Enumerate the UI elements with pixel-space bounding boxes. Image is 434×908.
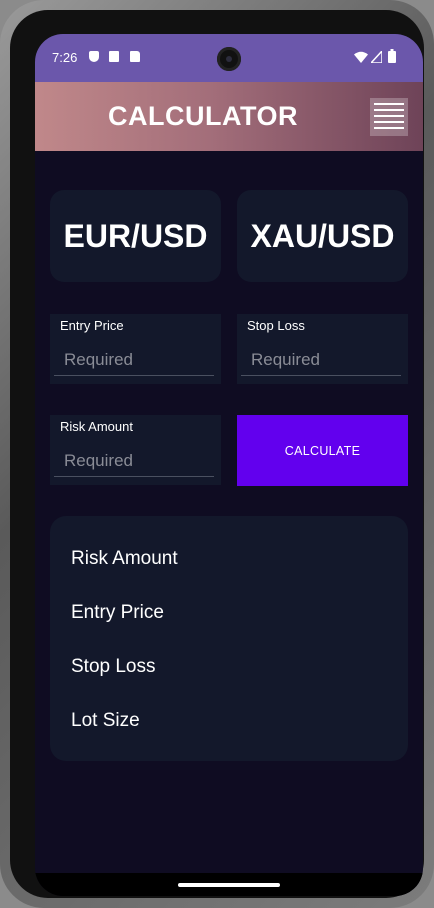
- risk-amount-label: Risk Amount: [60, 419, 133, 434]
- signal-icon: [371, 51, 382, 63]
- page-title: CALCULATOR: [108, 101, 298, 131]
- a-icon: [109, 51, 119, 62]
- stop-loss-label: Stop Loss: [247, 318, 305, 333]
- hamburger-menu-icon[interactable]: [370, 98, 408, 136]
- home-indicator[interactable]: [178, 883, 280, 887]
- risk-amount-field: Risk Amount: [50, 415, 221, 485]
- pair-card-xauusd[interactable]: XAU/USD: [237, 190, 408, 282]
- pair-label: XAU/USD: [250, 217, 395, 254]
- sd-card-icon: [130, 51, 140, 62]
- pair-card-eurusd[interactable]: EUR/USD: [50, 190, 221, 282]
- result-risk-amount: Risk Amount: [71, 548, 178, 569]
- stop-loss-input[interactable]: [241, 344, 401, 376]
- entry-price-label: Entry Price: [60, 318, 124, 333]
- result-entry-price: Entry Price: [71, 602, 164, 623]
- app-screen: 7:26 CALCULATOR EUR/USD XAU/USD Entry Pr…: [35, 34, 423, 896]
- pair-label: EUR/USD: [63, 217, 208, 254]
- entry-price-field: Entry Price: [50, 314, 221, 384]
- status-bar: 7:26: [35, 34, 423, 82]
- result-stop-loss: Stop Loss: [71, 656, 156, 677]
- app-bar: CALCULATOR: [35, 82, 423, 151]
- calculate-button[interactable]: CALCULATE: [237, 415, 408, 486]
- battery-icon: [388, 49, 396, 63]
- risk-amount-input[interactable]: [54, 445, 214, 477]
- phone-bezel: 7:26 CALCULATOR EUR/USD XAU/USD Entry Pr…: [10, 10, 424, 898]
- phone-frame: 7:26 CALCULATOR EUR/USD XAU/USD Entry Pr…: [0, 0, 434, 908]
- results-card: Risk Amount Entry Price Stop Loss Lot Si…: [50, 516, 408, 761]
- status-time: 7:26: [52, 50, 78, 65]
- result-lot-size: Lot Size: [71, 710, 140, 731]
- front-camera: [217, 47, 241, 71]
- wifi-icon: [354, 51, 368, 63]
- stop-loss-field: Stop Loss: [237, 314, 408, 384]
- navigation-bar: [35, 873, 423, 896]
- entry-price-input[interactable]: [54, 344, 214, 376]
- shield-icon: [89, 51, 99, 62]
